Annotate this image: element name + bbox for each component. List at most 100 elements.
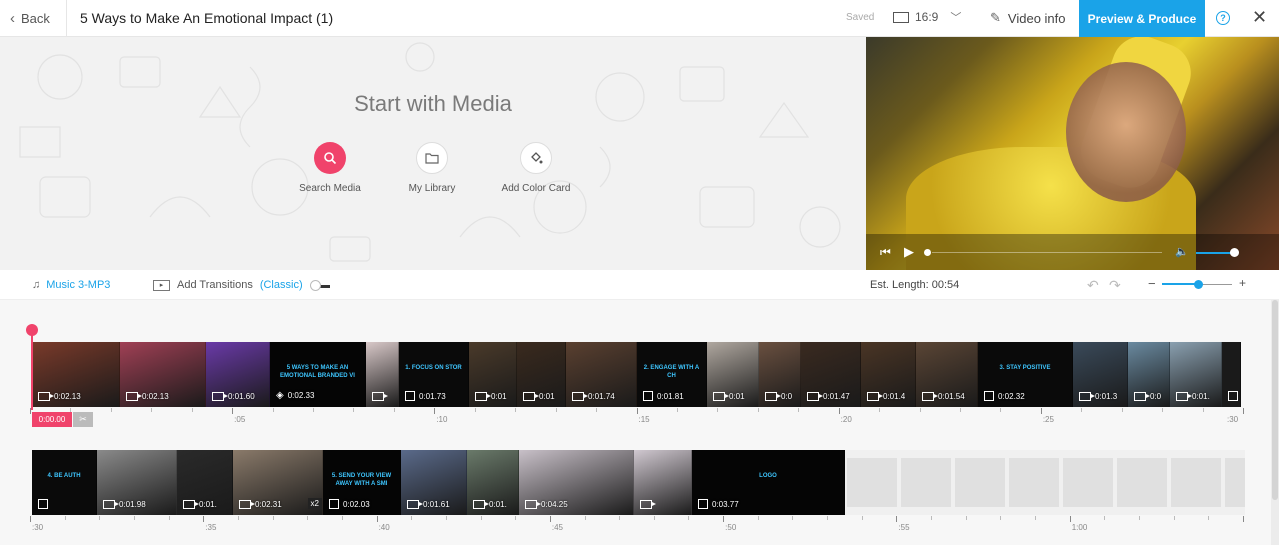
timeline-clip[interactable]: 0:01 — [707, 342, 759, 407]
timeline-clip[interactable]: 0:01.54 — [916, 342, 978, 407]
ruler-tick — [1000, 516, 1002, 520]
help-icon[interactable]: ? — [1216, 11, 1230, 25]
timeline-clip[interactable] — [634, 450, 692, 515]
search-media-button[interactable]: Search Media — [280, 142, 380, 194]
player-controls: ⏮ ▶ 🔈 — [866, 234, 1279, 270]
timeline-clip[interactable]: 0:04.25 — [519, 450, 634, 515]
undo-icon[interactable]: ↶ — [1087, 277, 1099, 294]
timeline-clip[interactable]: 5. SEND YOUR VIEW AWAY WITH A SMI 0:02.03 — [323, 450, 401, 515]
timeline-clip[interactable]: 0:01.74 — [566, 342, 637, 407]
timeline-clip[interactable]: 0:01.4 — [861, 342, 916, 407]
timeline-clip[interactable]: 1. FOCUS ON STOR 0:01.73 — [399, 342, 469, 407]
clip-info: 0:01. — [183, 500, 217, 509]
clip-info: 0:01.98 — [103, 500, 146, 509]
timeline-clip[interactable]: 4. BE AUTH — [32, 450, 97, 515]
back-button[interactable]: ‹ Back — [10, 10, 50, 27]
aspect-ratio-select[interactable]: 16:9 ﹀ — [893, 9, 961, 25]
project-title[interactable]: 5 Ways to Make An Emotional Impact (1) — [80, 10, 333, 26]
video-camera-icon — [183, 500, 199, 509]
ruler-tick — [1202, 408, 1204, 412]
timeline-clip[interactable]: x2 0:02.31 — [233, 450, 323, 515]
media-panel: Start with Media Search Media My Library… — [0, 37, 866, 270]
timeline-clip[interactable]: 0:01. — [1170, 342, 1222, 407]
top-bar: ‹ Back 5 Ways to Make An Emotional Impac… — [0, 0, 1279, 37]
timeline-clip[interactable]: 0:01 — [517, 342, 566, 407]
volume-icon[interactable]: 🔈 — [1175, 245, 1189, 258]
seek-knob[interactable] — [924, 249, 931, 256]
chevron-down-icon: ﹀ — [950, 12, 962, 24]
close-icon[interactable]: ✕ — [1252, 7, 1267, 28]
timeline-clip[interactable] — [366, 342, 399, 407]
timeline-clip[interactable]: 0:01.60 — [206, 342, 270, 407]
clip-info — [1228, 391, 1238, 401]
zoom-in-icon[interactable]: + — [1239, 276, 1246, 290]
clip-info: 0:02.03 — [329, 499, 370, 509]
empty-slot — [1225, 458, 1245, 507]
preview-produce-button[interactable]: Preview & Produce — [1079, 0, 1205, 37]
timeline-clip[interactable]: 0:01.3 — [1073, 342, 1128, 407]
seek-track[interactable] — [932, 252, 1162, 253]
timeline-clip[interactable]: 0:02.13 — [32, 342, 120, 407]
timeline-scrollbar[interactable] — [1271, 300, 1279, 545]
ruler-label: :55 — [898, 523, 910, 532]
ruler-tick — [393, 408, 395, 412]
timeline-clip[interactable]: 0:01.61 — [401, 450, 467, 515]
ruler-tick — [1208, 516, 1210, 520]
play-icon[interactable]: ▶ — [904, 244, 914, 260]
timeline-clip[interactable]: 0:01.98 — [97, 450, 177, 515]
timeline-clip[interactable]: 0:01 — [469, 342, 517, 407]
volume-slider[interactable] — [1196, 252, 1234, 254]
ruler-tick — [434, 408, 436, 414]
estimated-length: Est. Length: 00:54 — [870, 279, 960, 291]
timeline-clip[interactable]: 0:01. — [177, 450, 233, 515]
timeline-clip[interactable]: 5 WAYS TO MAKE AN EMOTIONAL BRANDED VI ◈ 0… — [270, 342, 366, 407]
timeline-clip[interactable]: LOGO 0:03.77 — [692, 450, 845, 515]
timeline-clip[interactable]: 0:0 — [759, 342, 801, 407]
timeline-clip[interactable]: 3. STAY POSITIVE 0:02.32 — [978, 342, 1073, 407]
music-label: Music 3-MP3 — [46, 279, 111, 291]
zoom-knob[interactable] — [1194, 280, 1203, 289]
my-library-button[interactable]: My Library — [382, 142, 482, 194]
add-color-card-button[interactable]: Add Color Card — [486, 142, 586, 194]
video-camera-icon — [713, 392, 729, 401]
add-transitions-button[interactable]: ▸ Add Transitions (Classic) — [153, 279, 303, 291]
timeline-clip[interactable]: 2. ENGAGE WITH A CH 0:01.81 — [637, 342, 707, 407]
split-scissors-icon[interactable]: ✂ — [73, 412, 93, 427]
ruler-tick — [515, 516, 517, 520]
music-button[interactable]: ♫ Music 3-MP3 — [32, 279, 110, 291]
paint-bucket-icon: ◈ — [276, 390, 284, 401]
video-preview[interactable]: ⏮ ▶ 🔈 — [866, 37, 1279, 270]
redo-icon[interactable]: ↷ — [1109, 277, 1121, 294]
ruler-tick — [965, 516, 967, 520]
zoom-out-icon[interactable]: − — [1148, 276, 1156, 291]
volume-knob[interactable] — [1230, 248, 1239, 257]
transitions-mode[interactable]: (Classic) — [260, 279, 303, 291]
playhead-handle[interactable] — [26, 324, 38, 336]
timeline-clip[interactable]: 0:01.47 — [801, 342, 861, 407]
clip-info: 0:02.32 — [984, 391, 1025, 401]
clip-duration: 0:02.03 — [343, 499, 370, 509]
ruler-label: :15 — [638, 415, 650, 424]
timeline-clip[interactable] — [1222, 342, 1241, 407]
transitions-toggle[interactable] — [310, 280, 330, 291]
clip-info: 0:01.54 — [922, 392, 965, 401]
ruler-tick — [896, 516, 898, 522]
ruler-tick — [619, 516, 621, 520]
aspect-ratio-value: 16:9 — [915, 10, 939, 24]
timeline-clip[interactable]: 0:02.13 — [120, 342, 206, 407]
ruler-tick — [549, 516, 551, 522]
ruler-tick — [1173, 516, 1175, 520]
ruler-tick — [515, 408, 517, 412]
clip-info: 0:01.73 — [405, 391, 446, 401]
ruler-tick — [919, 408, 921, 412]
timeline-clip[interactable]: 0:0 — [1128, 342, 1170, 407]
scrollbar-thumb[interactable] — [1272, 300, 1278, 500]
image-icon — [698, 499, 708, 509]
skip-back-icon[interactable]: ⏮ — [880, 245, 891, 260]
ruler-tick — [64, 516, 66, 520]
video-camera-icon — [572, 392, 588, 401]
timeline-clip[interactable]: 0:01. — [467, 450, 519, 515]
video-info-button[interactable]: ✎ Video info — [990, 10, 1066, 26]
clip-duration: 0:02.13 — [54, 392, 81, 401]
playhead-line[interactable] — [31, 334, 33, 410]
